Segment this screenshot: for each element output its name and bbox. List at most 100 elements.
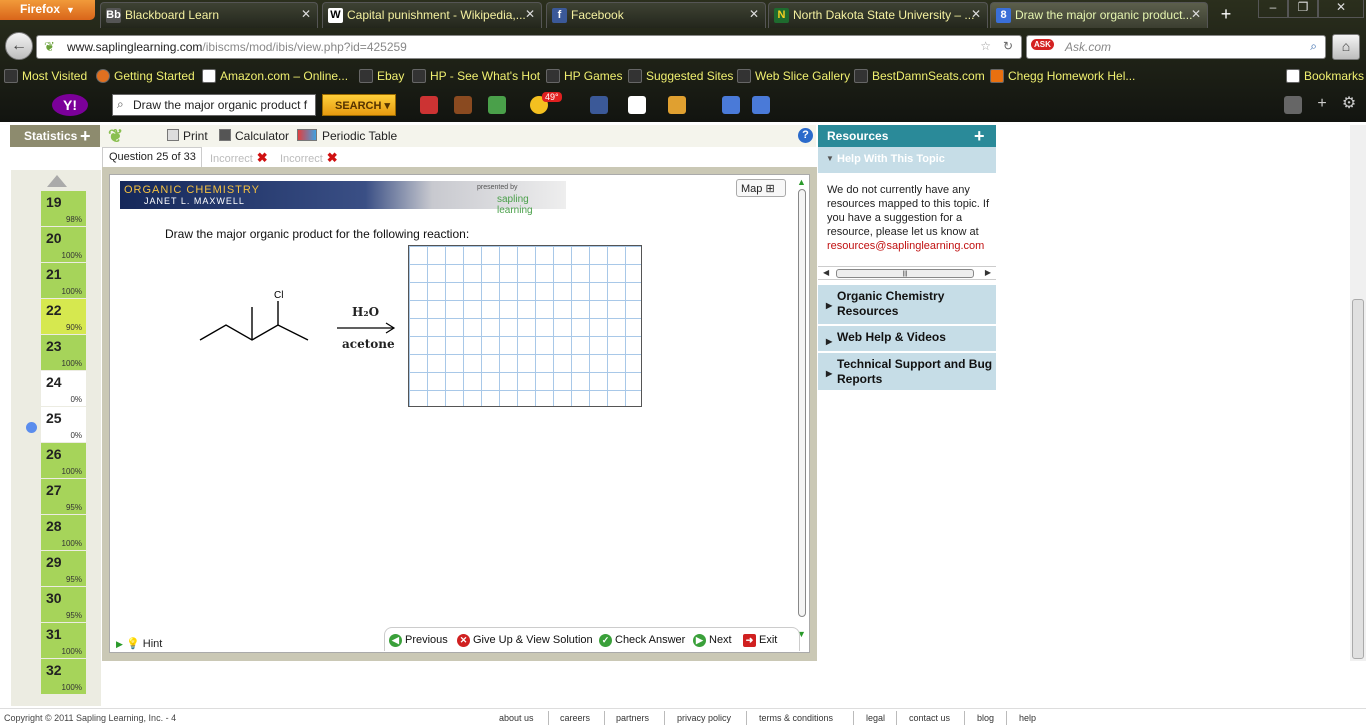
sports-icon[interactable] <box>420 96 438 114</box>
yahoo-search-button[interactable]: SEARCH ▾ <box>322 94 396 116</box>
question-nav-item[interactable]: 22 90% <box>41 299 86 334</box>
section-technical-support[interactable]: ▶ Technical Support and Bug Reports <box>818 353 996 391</box>
help-topic-section[interactable]: ▼ Help With This Topic <box>818 147 996 173</box>
footer-link-about[interactable]: about us <box>499 713 534 723</box>
question-nav-item[interactable]: 21 100% <box>41 263 86 298</box>
close-icon[interactable]: ✕ <box>749 7 759 21</box>
close-icon[interactable]: ✕ <box>1191 7 1201 21</box>
bookmark-hp-whats-hot[interactable]: HP - See What's Hot <box>412 69 540 83</box>
url-bar[interactable]: ❦ www.saplinglearning.com/ibiscms/mod/ib… <box>36 35 1022 59</box>
yahoo-search-input[interactable]: ⌕ Draw the major organic product f <box>112 94 316 116</box>
exit-button[interactable]: ➜ Exit <box>743 634 777 647</box>
tab-sapling[interactable]: 8 Draw the major organic product... ✕ <box>990 2 1208 28</box>
bookmark-star-icon[interactable]: ☆ <box>980 39 991 53</box>
tab-blackboard[interactable]: Bb Blackboard Learn ✕ <box>100 2 318 28</box>
web-search-input[interactable]: ASK Ask.com ⌕ <box>1026 35 1326 59</box>
scrollbar-thumb[interactable] <box>1352 299 1364 659</box>
question-nav-item[interactable]: 29 95% <box>41 551 86 586</box>
question-nav-item[interactable]: 19 98% <box>41 191 86 226</box>
yahoo-logo-icon[interactable]: Y! <box>52 94 88 116</box>
question-nav-item[interactable]: 24 0% <box>41 371 86 406</box>
close-icon[interactable]: ✕ <box>971 7 981 21</box>
footer-link-legal[interactable]: legal <box>866 713 885 723</box>
question-nav-item[interactable]: 27 95% <box>41 479 86 514</box>
bookmark-getting-started[interactable]: Getting Started <box>96 69 195 83</box>
footer-link-contact[interactable]: contact us <box>909 713 950 723</box>
list-icon[interactable] <box>1284 96 1302 114</box>
tab-ndsu[interactable]: N North Dakota State University – ... ✕ <box>768 2 988 28</box>
print-button[interactable]: Print <box>167 129 208 143</box>
question-nav-item[interactable]: 26 100% <box>41 443 86 478</box>
bookmark-bestdamnseats[interactable]: BestDamnSeats.com <box>854 69 985 83</box>
periodic-table-button[interactable]: Periodic Table <box>297 129 397 143</box>
check-answer-button[interactable]: ✓ Check Answer <box>599 634 685 647</box>
resources-email-link[interactable]: resources@saplinglearning.com <box>827 240 984 252</box>
plus-icon[interactable]: + <box>974 127 985 145</box>
close-window-button[interactable]: ✕ <box>1318 0 1364 18</box>
minimize-button[interactable]: – <box>1258 0 1288 18</box>
next-button[interactable]: ▶ Next <box>693 634 732 647</box>
question-nav-item[interactable]: 32 100% <box>41 659 86 694</box>
tab-attempt-2[interactable]: Incorrect ✖ <box>274 147 344 167</box>
question-nav-item[interactable]: 25 0% <box>41 407 86 442</box>
hint-toggle[interactable]: ▶ 💡 Hint <box>116 637 162 650</box>
tab-wikipedia[interactable]: W Capital punishment - Wikipedia,... ✕ <box>322 2 542 28</box>
tab-current-question[interactable]: Question 25 of 33 <box>102 147 202 167</box>
question-nav-item[interactable]: 30 95% <box>41 587 86 622</box>
bookmark-suggested-sites[interactable]: Suggested Sites <box>628 69 733 83</box>
drawing-canvas[interactable] <box>408 245 642 407</box>
back-button[interactable]: ← <box>5 32 33 60</box>
footer-link-partners[interactable]: partners <box>616 713 649 723</box>
question-nav-item[interactable]: 20 100% <box>41 227 86 262</box>
bookmark-hp-games[interactable]: HP Games <box>546 69 622 83</box>
amazon-icon[interactable] <box>628 96 646 114</box>
maximize-button[interactable]: ❐ <box>1288 0 1318 18</box>
question-nav-item[interactable]: 31 100% <box>41 623 86 658</box>
scroll-up-arrow-icon[interactable] <box>47 175 67 187</box>
puzzle-icon[interactable] <box>668 96 686 114</box>
bookmark-most-visited[interactable]: Most Visited <box>4 69 87 83</box>
gear-icon[interactable]: ⚙ <box>1340 96 1358 114</box>
resources-scrollbar[interactable]: ◀ ||| ▶ <box>818 266 996 280</box>
plus-icon[interactable]: + <box>80 127 91 145</box>
reload-icon[interactable]: ↻ <box>1003 39 1013 53</box>
bookmark-chegg[interactable]: Chegg Homework Hel... <box>990 69 1135 83</box>
section-web-help-videos[interactable]: ▶ Web Help & Videos <box>818 326 996 352</box>
bookmark-web-slice-gallery[interactable]: Web Slice Gallery <box>737 69 850 83</box>
games-icon[interactable] <box>488 96 506 114</box>
tab-attempt-1[interactable]: Incorrect ✖ <box>204 147 274 167</box>
footer-link-help[interactable]: help <box>1019 713 1036 723</box>
give-up-button[interactable]: ✕ Give Up & View Solution <box>457 634 593 647</box>
add-icon[interactable]: + <box>1313 96 1331 114</box>
scrollbar-track[interactable] <box>798 189 806 617</box>
question-nav-item[interactable]: 28 100% <box>41 515 86 550</box>
previous-button[interactable]: ◀ Previous <box>389 634 448 647</box>
scrollbar-thumb[interactable]: ||| <box>836 269 974 278</box>
scroll-left-arrow-icon[interactable]: ◀ <box>823 268 829 277</box>
footer-link-privacy[interactable]: privacy policy <box>677 713 731 723</box>
scroll-right-arrow-icon[interactable]: ▶ <box>985 268 991 277</box>
section-organic-chemistry-resources[interactable]: ▶ Organic Chemistry Resources <box>818 285 996 325</box>
question-nav-item[interactable]: 23 100% <box>41 335 86 370</box>
football-icon[interactable] <box>454 96 472 114</box>
bookmark-amazon[interactable]: Amazon.com – Online... <box>202 69 348 83</box>
question-scrollbar[interactable]: ▲ ▼ <box>796 177 808 639</box>
footer-link-careers[interactable]: careers <box>560 713 590 723</box>
footer-link-blog[interactable]: blog <box>977 713 994 723</box>
firefox-menu-button[interactable]: Firefox ▼ <box>0 0 95 20</box>
mail-icon[interactable] <box>752 96 770 114</box>
help-icon[interactable]: ? <box>798 128 813 143</box>
home-button[interactable]: ⌂ <box>1332 34 1360 60</box>
facebook-icon[interactable] <box>590 96 608 114</box>
close-icon[interactable]: ✕ <box>525 7 535 21</box>
scroll-up-arrow-icon[interactable]: ▲ <box>797 177 806 187</box>
close-icon[interactable]: ✕ <box>301 7 311 21</box>
bookmarks-menu[interactable]: Bookmarks <box>1286 69 1364 83</box>
calculator-button[interactable]: Calculator <box>219 129 289 143</box>
map-button[interactable]: Map ⊞ <box>736 179 786 197</box>
news-icon[interactable] <box>722 96 740 114</box>
search-icon[interactable]: ⌕ <box>1310 39 1317 54</box>
footer-link-terms[interactable]: terms & conditions <box>759 713 833 723</box>
page-scrollbar[interactable] <box>1350 125 1366 661</box>
bookmark-ebay[interactable]: Ebay <box>359 69 404 83</box>
